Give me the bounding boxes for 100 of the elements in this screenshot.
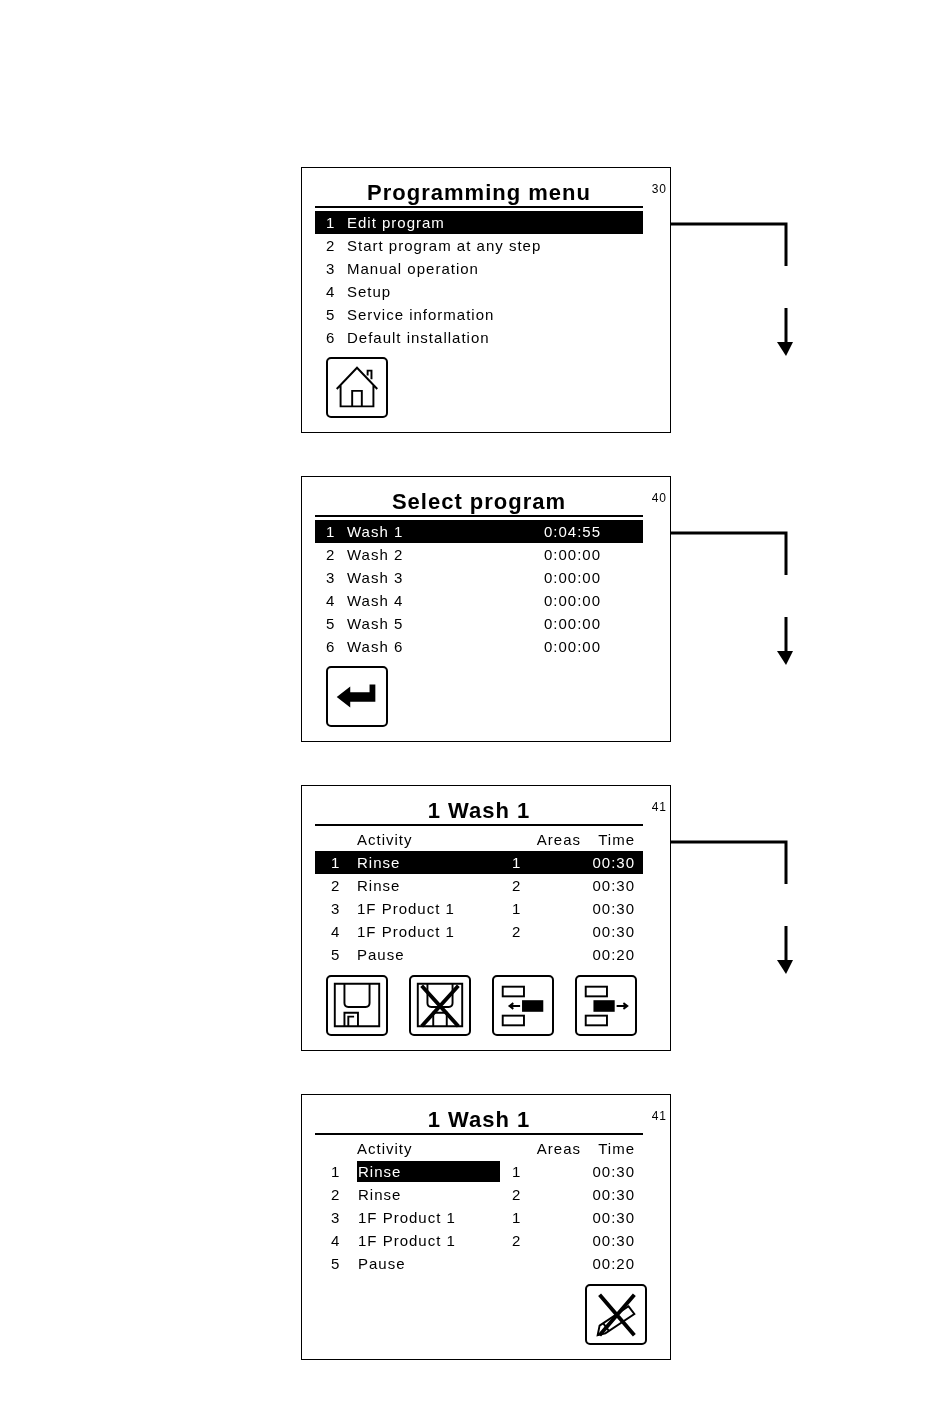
row-text: 00:30 <box>591 1231 636 1251</box>
row-number: 2 <box>325 236 337 256</box>
list-row[interactable]: 2 Wash 2 0:00:00 <box>315 543 643 566</box>
activity-cell[interactable]: Rinse <box>357 1161 500 1182</box>
list-row[interactable]: 1 Wash 1 0:04:55 <box>315 520 643 543</box>
list-row[interactable]: 3 Manual operation <box>315 257 643 280</box>
row-text: 2 <box>512 1231 523 1251</box>
row-number: 1 <box>330 853 342 873</box>
list-row[interactable]: 4 Setup <box>315 280 643 303</box>
row-text: 1 <box>512 899 523 919</box>
list-row[interactable]: 5 Pause 00:20 <box>315 943 643 966</box>
list-row[interactable]: 3 Wash 3 0:00:00 <box>315 566 643 589</box>
row-text: 00:30 <box>591 853 636 873</box>
row-text: 00:30 <box>591 1208 636 1228</box>
row-text: 1F Product 1 <box>357 922 456 942</box>
row-text: Wash 6 <box>347 637 405 657</box>
row-number: 2 <box>330 1185 342 1205</box>
list-row[interactable]: 4 Wash 4 0:00:00 <box>315 589 643 612</box>
page-number: 41 <box>651 799 667 816</box>
icon-button[interactable] <box>409 975 471 1036</box>
row-number: 5 <box>330 1254 342 1274</box>
column-header: Areas <box>535 1138 582 1159</box>
column-header: Time <box>597 1138 636 1159</box>
row-text: 1 <box>512 1208 523 1228</box>
row-text: Setup <box>347 282 393 302</box>
column-header: Activity <box>357 829 414 850</box>
row-number: 5 <box>330 945 342 965</box>
row-text: Wash 2 <box>347 545 405 565</box>
row-number: 2 <box>330 876 342 896</box>
row-text: 00:30 <box>591 1185 636 1205</box>
list-row[interactable]: 1 Edit program <box>315 211 643 234</box>
row-text: 1 <box>512 853 523 873</box>
list-row[interactable]: 4 1F Product 1 2 00:30 <box>315 920 643 943</box>
row-text: Service information <box>347 305 496 325</box>
home-button[interactable] <box>326 357 388 418</box>
icon-button[interactable] <box>326 975 388 1036</box>
row-text: 2 <box>512 876 523 896</box>
row-text: Pause <box>357 945 406 965</box>
activity-cell[interactable]: 1F Product 1 <box>357 1207 500 1228</box>
row-number: 6 <box>325 328 337 348</box>
activity-cell[interactable]: Pause <box>357 1253 500 1274</box>
list-row[interactable]: 6 Default installation <box>315 326 643 349</box>
page-number: 41 <box>651 1108 667 1125</box>
row-number: 3 <box>330 899 342 919</box>
row-number: 3 <box>325 259 337 279</box>
list-row[interactable]: 5 Wash 5 0:00:00 <box>315 612 643 635</box>
column-header: Activity <box>357 1138 414 1159</box>
page-number: 40 <box>651 490 667 507</box>
row-number: 3 <box>325 568 337 588</box>
list-row[interactable]: 3 1F Product 1 1 00:30 <box>315 897 643 920</box>
screen-title: Select program <box>391 488 567 515</box>
row-text: 00:20 <box>591 1254 636 1274</box>
icon-button[interactable] <box>585 1284 647 1345</box>
row-text: 0:00:00 <box>544 637 603 657</box>
screen-title: 1 Wash 1 <box>427 797 531 824</box>
column-header: Time <box>597 829 636 850</box>
row-text: Wash 1 <box>347 522 405 542</box>
list-row[interactable]: 6 Wash 6 0:00:00 <box>315 635 643 658</box>
row-number: 4 <box>330 922 342 942</box>
column-header: Areas <box>535 829 582 850</box>
row-number: 1 <box>325 522 337 542</box>
row-text: 1 <box>512 1162 523 1182</box>
row-text: 0:00:00 <box>544 614 603 634</box>
activity-cell[interactable]: 1F Product 1 <box>357 1230 500 1251</box>
row-text: 00:30 <box>591 1162 636 1182</box>
row-text: Rinse <box>357 876 402 896</box>
page-number: 30 <box>651 181 667 198</box>
row-number: 3 <box>330 1208 342 1228</box>
row-text: Rinse <box>357 853 402 873</box>
row-number: 4 <box>330 1231 342 1251</box>
list-row[interactable]: 1 Rinse 1 00:30 <box>315 851 643 874</box>
row-number: 1 <box>325 213 337 233</box>
row-number: 6 <box>325 637 337 657</box>
row-text: 00:30 <box>591 876 636 896</box>
row-text: 2 <box>512 1185 523 1205</box>
icon-button[interactable] <box>492 975 554 1036</box>
icon-button[interactable] <box>326 666 388 727</box>
row-text: 0:00:00 <box>544 591 603 611</box>
screen-title: Programming menu <box>367 179 591 206</box>
row-number: 1 <box>330 1162 342 1182</box>
row-text: 0:00:00 <box>544 545 603 565</box>
row-text: Wash 4 <box>347 591 405 611</box>
row-text: 00:30 <box>591 899 636 919</box>
row-text: 00:30 <box>591 922 636 942</box>
row-text: 1F Product 1 <box>357 899 456 919</box>
row-text: 00:20 <box>591 945 636 965</box>
row-text: Default installation <box>347 328 491 348</box>
row-text: 0:00:00 <box>544 568 603 588</box>
row-text: 0:04:55 <box>544 522 603 542</box>
list-row[interactable]: 2 Rinse 2 00:30 <box>315 874 643 897</box>
activity-cell[interactable]: Rinse <box>357 1184 500 1205</box>
row-number: 5 <box>325 614 337 634</box>
icon-button[interactable] <box>575 975 637 1036</box>
row-number: 2 <box>325 545 337 565</box>
row-text: Wash 3 <box>347 568 405 588</box>
list-row[interactable]: 5 Service information <box>315 303 643 326</box>
row-text: Wash 5 <box>347 614 405 634</box>
row-text: 2 <box>512 922 523 942</box>
row-number: 5 <box>325 305 337 325</box>
list-row[interactable]: 2 Start program at any step <box>315 234 643 257</box>
